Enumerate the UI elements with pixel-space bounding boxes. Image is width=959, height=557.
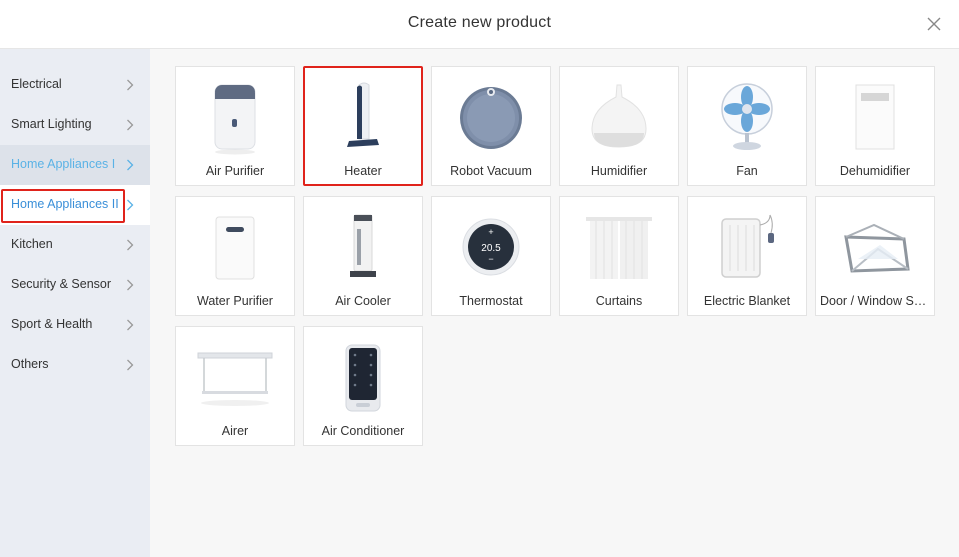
category-sidebar: Electrical Smart Lighting Home Appliance… — [0, 49, 150, 557]
air-purifier-icon — [214, 84, 256, 155]
sidebar-item-label: Others — [11, 357, 49, 371]
thermostat-icon: + − 20.5 — [462, 218, 520, 276]
product-name: Robot Vacuum — [450, 164, 532, 178]
product-grid: Air Purifier Heater Robot Vacuum Humidif… — [150, 49, 959, 557]
product-card-curtains[interactable]: Curtains — [559, 196, 679, 316]
product-card-thermostat[interactable]: + − 20.5 Thermostat — [431, 196, 551, 316]
chevron-right-icon — [127, 239, 134, 251]
svg-text:+: + — [488, 227, 493, 237]
sidebar-item-label: Security & Sensor — [11, 277, 112, 291]
airer-icon — [197, 352, 273, 406]
robot-vacuum-icon — [460, 87, 522, 149]
product-card-heater[interactable]: Heater — [303, 66, 423, 186]
product-name: Door / Window Sensor — [820, 294, 930, 308]
product-card-humidifier[interactable]: Humidifier — [559, 66, 679, 186]
chevron-right-icon — [127, 159, 134, 171]
sidebar-item-home-appliances-2[interactable]: Home Appliances II — [0, 185, 150, 225]
sidebar-item-label: Home Appliances I — [11, 157, 116, 171]
sidebar-item-kitchen[interactable]: Kitchen — [0, 225, 150, 265]
product-card-robot-vacuum[interactable]: Robot Vacuum — [431, 66, 551, 186]
product-card-electric-blanket[interactable]: Electric Blanket — [687, 196, 807, 316]
product-card-door-window[interactable]: Door / Window Sensor — [815, 196, 935, 316]
product-name: Airer — [221, 424, 249, 438]
dialog-header: Create new product — [0, 0, 959, 49]
sidebar-item-security-sensor[interactable]: Security & Sensor — [0, 265, 150, 305]
sidebar-item-label: Smart Lighting — [11, 117, 92, 131]
product-name: Heater — [344, 164, 382, 178]
chevron-right-icon — [127, 199, 134, 211]
create-product-dialog: Create new product Electrical Smart Ligh… — [0, 0, 959, 557]
fan-icon — [721, 83, 773, 150]
product-card-air-cooler[interactable]: Air Cooler — [303, 196, 423, 316]
product-name: Water Purifier — [197, 294, 273, 308]
product-name: Dehumidifier — [839, 164, 911, 178]
electric-blanket-icon — [721, 214, 774, 278]
chevron-right-icon — [127, 319, 134, 331]
product-name: Air Cooler — [335, 294, 391, 308]
chevron-right-icon — [127, 79, 134, 91]
product-name: Humidifier — [590, 164, 648, 178]
chevron-right-icon — [127, 279, 134, 291]
chevron-right-icon — [127, 119, 134, 131]
water-purifier-icon — [215, 216, 255, 280]
sidebar-item-home-appliances-1[interactable]: Home Appliances I — [0, 145, 150, 185]
dehumidifier-icon — [855, 84, 895, 150]
sidebar-item-sport-health[interactable]: Sport & Health — [0, 305, 150, 345]
humidifier-icon — [591, 84, 647, 148]
air-cooler-icon — [350, 214, 376, 277]
sidebar-item-label: Electrical — [11, 77, 62, 91]
door-window-icon — [844, 223, 910, 273]
product-name: Curtains — [595, 294, 643, 308]
product-name: Thermostat — [459, 294, 523, 308]
thermostat-display: 20.5 — [481, 243, 501, 254]
product-card-water-purifier[interactable]: Water Purifier — [175, 196, 295, 316]
heater-icon — [347, 82, 379, 147]
sidebar-item-label: Sport & Health — [11, 317, 93, 331]
product-card-airer[interactable]: Airer — [175, 326, 295, 446]
product-name: Air Purifier — [205, 164, 265, 178]
product-name: Fan — [736, 164, 758, 178]
sidebar-item-label: Kitchen — [11, 237, 53, 251]
chevron-right-icon — [127, 359, 134, 371]
air-conditioner-icon — [345, 344, 381, 412]
close-icon[interactable] — [925, 15, 943, 33]
product-name: Electric Blanket — [703, 294, 791, 308]
product-card-air-conditioner[interactable]: Air Conditioner — [303, 326, 423, 446]
svg-text:−: − — [488, 254, 493, 264]
product-name: Air Conditioner — [321, 424, 405, 438]
sidebar-item-label: Home Appliances II — [11, 197, 119, 211]
product-card-dehumidifier[interactable]: Dehumidifier — [815, 66, 935, 186]
product-card-air-purifier[interactable]: Air Purifier — [175, 66, 295, 186]
sidebar-item-electrical[interactable]: Electrical — [0, 65, 150, 105]
dialog-title: Create new product — [407, 14, 552, 31]
sidebar-item-others[interactable]: Others — [0, 345, 150, 385]
curtains-icon — [586, 217, 652, 279]
sidebar-item-smart-lighting[interactable]: Smart Lighting — [0, 105, 150, 145]
product-card-fan[interactable]: Fan — [687, 66, 807, 186]
